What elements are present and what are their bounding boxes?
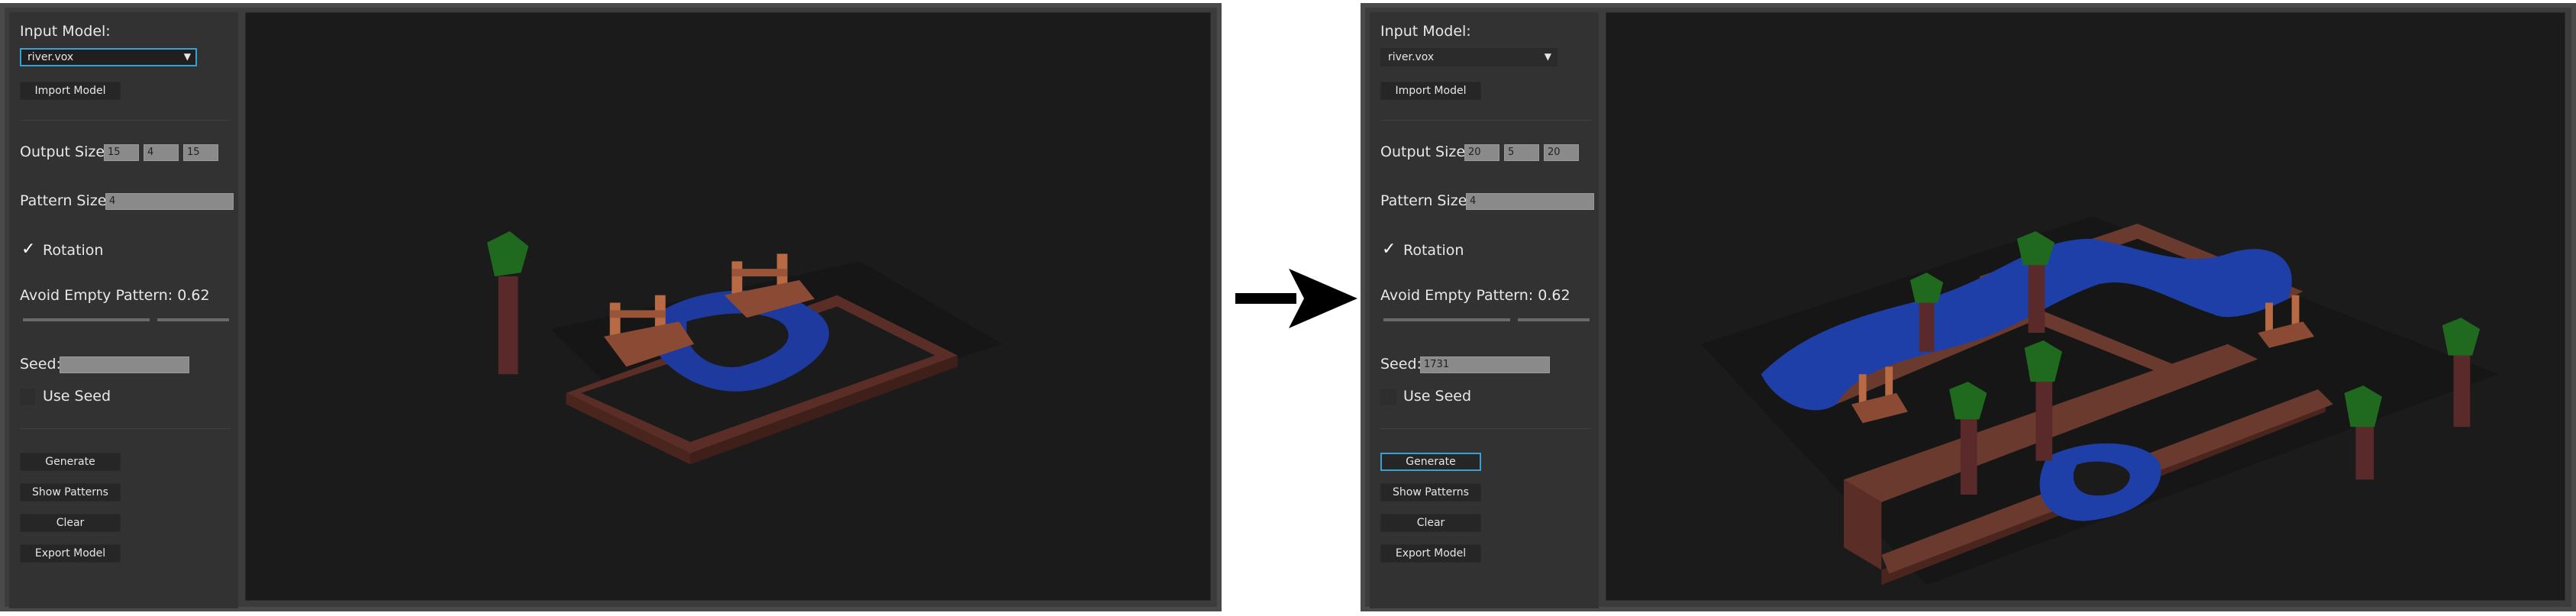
output-size-z-input[interactable]: 20 — [1544, 144, 1579, 161]
slider-handle[interactable] — [150, 313, 157, 327]
show-patterns-button[interactable]: Show Patterns — [20, 483, 121, 502]
pattern-size-label: Pattern Size: — [20, 192, 111, 209]
input-model-label: Input Model: — [1380, 23, 1471, 40]
app-window-after: Input Model: river.vox ▼ Import Model Ou… — [1361, 3, 2576, 611]
output-size-y-input[interactable]: 4 — [144, 144, 179, 161]
seed-label: Seed: — [20, 356, 61, 373]
clear-button[interactable]: Clear — [20, 514, 121, 532]
input-model-label: Input Model: — [20, 23, 111, 40]
use-seed-checkbox[interactable] — [20, 389, 35, 405]
avoid-empty-label: Avoid Empty Pattern: 0.62 — [1380, 287, 1570, 304]
clear-button[interactable]: Clear — [1380, 514, 1481, 532]
export-model-button[interactable]: Export Model — [1380, 544, 1481, 563]
seed-input[interactable]: 1731 — [1420, 356, 1550, 373]
use-seed-checkbox[interactable] — [1380, 389, 1396, 405]
3d-viewport[interactable] — [245, 12, 1211, 601]
avoid-empty-slider[interactable] — [1383, 318, 1590, 321]
arrow-right-icon — [1235, 269, 1357, 328]
pattern-size-label: Pattern Size: — [1380, 192, 1472, 209]
show-patterns-button[interactable]: Show Patterns — [1380, 483, 1481, 502]
divider — [1380, 120, 1591, 121]
divider — [20, 120, 231, 121]
output-size-y-input[interactable]: 5 — [1504, 144, 1539, 161]
output-size-x-input[interactable]: 20 — [1464, 144, 1499, 161]
output-size-label: Output Size: — [1380, 144, 1470, 160]
avoid-empty-slider[interactable] — [23, 318, 229, 321]
import-model-button[interactable]: Import Model — [20, 82, 121, 100]
model-dropdown[interactable]: river.vox ▼ — [1380, 48, 1558, 66]
model-dropdown-value: river.vox — [27, 51, 74, 63]
3d-viewport[interactable] — [1606, 12, 2565, 601]
divider — [1380, 428, 1591, 429]
output-size-z-input[interactable]: 15 — [183, 144, 218, 161]
rotation-checkbox[interactable]: ✓ — [1382, 240, 1396, 259]
generate-button[interactable]: Generate — [20, 453, 121, 471]
seed-label: Seed: — [1380, 356, 1422, 373]
control-panel: Input Model: river.vox ▼ Import Model Ou… — [1370, 12, 1599, 608]
use-seed-label: Use Seed — [1403, 388, 1472, 405]
pattern-size-input[interactable]: 4 — [105, 193, 234, 210]
rotation-checkbox[interactable]: ✓ — [21, 240, 35, 259]
chevron-down-icon: ▼ — [1544, 51, 1551, 62]
model-dropdown[interactable]: river.vox ▼ — [20, 48, 197, 66]
rotation-label: Rotation — [43, 242, 104, 259]
pattern-size-input[interactable]: 4 — [1466, 193, 1594, 210]
voxel-scene — [1700, 216, 2499, 585]
rotation-label: Rotation — [1403, 242, 1464, 259]
control-panel: Input Model: river.vox ▼ Import Model Ou… — [9, 12, 238, 608]
tree — [2344, 385, 2382, 480]
tree — [487, 231, 529, 375]
divider — [20, 428, 231, 429]
chevron-down-icon: ▼ — [183, 51, 191, 62]
avoid-empty-label: Avoid Empty Pattern: 0.62 — [20, 287, 210, 304]
output-size-x-input[interactable]: 15 — [104, 144, 139, 161]
slider-handle[interactable] — [1510, 313, 1518, 327]
app-window-before: Input Model: river.vox ▼ Import Model Ou… — [0, 3, 1222, 611]
seed-input[interactable] — [60, 356, 189, 373]
voxel-scene — [487, 231, 1003, 465]
output-size-label: Output Size: — [20, 144, 110, 160]
model-dropdown-value: river.vox — [1388, 51, 1435, 63]
export-model-button[interactable]: Export Model — [20, 544, 121, 563]
use-seed-label: Use Seed — [43, 388, 111, 405]
generate-button[interactable]: Generate — [1380, 453, 1481, 471]
import-model-button[interactable]: Import Model — [1380, 82, 1481, 100]
